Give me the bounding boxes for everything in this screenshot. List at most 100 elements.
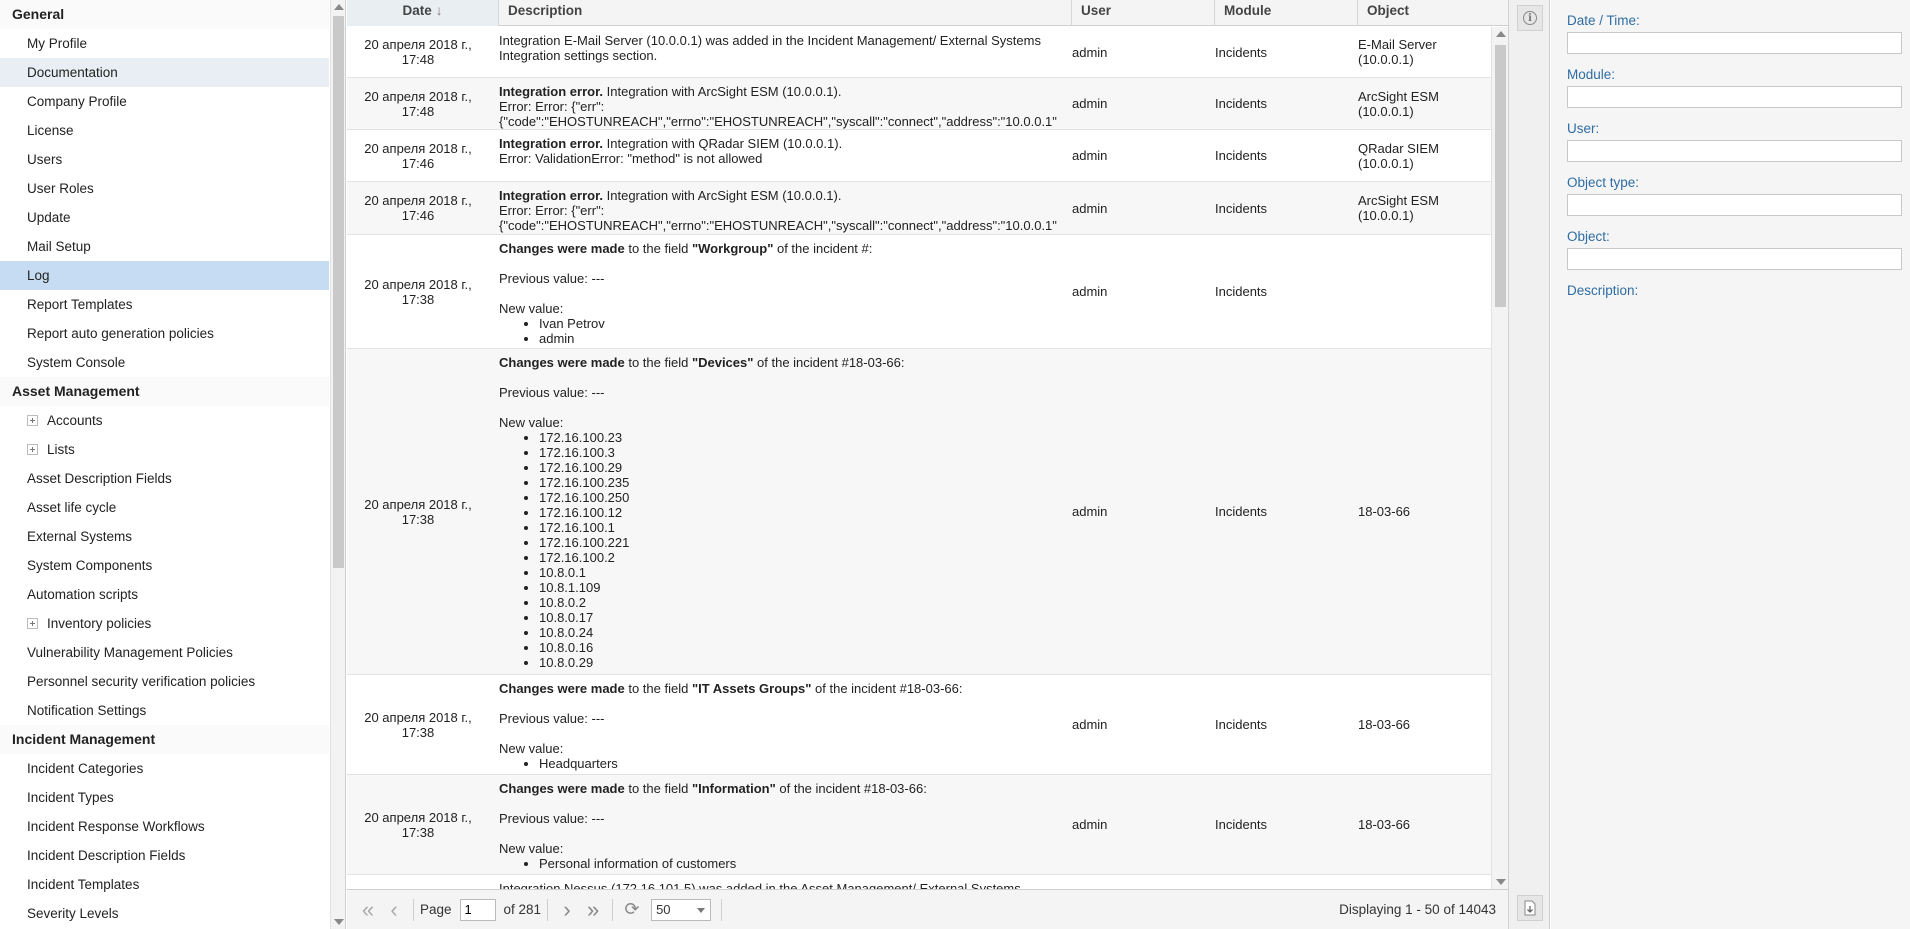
sidebar-item-incident-response-workflows[interactable]: Incident Response Workflows <box>0 812 329 841</box>
sidebar-item-label: Incident Types <box>27 790 114 805</box>
sidebar-item-company-profile[interactable]: Company Profile <box>0 87 329 116</box>
value-list: Ivan Petrovadmin <box>539 316 872 346</box>
sidebar-item-asset-life-cycle[interactable]: Asset life cycle <box>0 493 329 522</box>
list-item: admin <box>539 331 872 346</box>
description-text: Integration with ArcSight ESM (10.0.0.1)… <box>603 188 842 203</box>
scroll-down-arrow-icon[interactable] <box>1496 879 1506 885</box>
description-text: of the incident #: <box>773 241 873 256</box>
row-module: Incidents <box>1215 504 1268 519</box>
scroll-up-arrow-icon[interactable] <box>1496 31 1506 37</box>
sidebar-item-user-roles[interactable]: User Roles <box>0 174 329 203</box>
table-row[interactable]: 20 апреля 2018 г., 17:38 Changes were mad… <box>347 235 1491 349</box>
sidebar-item-incident-templates[interactable]: Incident Templates <box>0 870 329 899</box>
page-size-select[interactable]: 50 <box>651 898 712 921</box>
sidebar-item-mail-setup[interactable]: Mail Setup <box>0 232 329 261</box>
sidebar-item-report-auto-generation-policies[interactable]: Report auto generation policies <box>0 319 329 348</box>
export-button[interactable] <box>1517 895 1543 921</box>
object-field[interactable] <box>1567 248 1902 270</box>
scroll-up-arrow-icon[interactable] <box>334 4 344 10</box>
object-type-label: Object type: <box>1567 175 1640 190</box>
table-row[interactable]: 20 апреля 2018 г., Integration Nessus (17… <box>347 875 1491 889</box>
sidebar-group-general[interactable]: General <box>0 0 329 29</box>
info-button[interactable]: i <box>1517 5 1543 31</box>
chevron-down-icon <box>697 907 706 913</box>
row-user: admin <box>1072 284 1108 299</box>
sidebar-item-notification-settings[interactable]: Notification Settings <box>0 696 329 725</box>
date-time-field[interactable] <box>1567 32 1902 54</box>
row-date: 20 апреля 2018 г., 17:46 <box>364 140 472 171</box>
table-row[interactable]: 20 апреля 2018 г., 17:48 Integration E-Ma… <box>347 27 1491 78</box>
sidebar-item-incident-categories[interactable]: Incident Categories <box>0 754 329 783</box>
sort-descending-icon: ↓ <box>435 3 443 18</box>
table-row[interactable]: 20 апреля 2018 г., 17:38 Changes were mad… <box>347 675 1491 775</box>
table-row[interactable]: 20 апреля 2018 г., 17:46 Integration erro… <box>347 130 1491 182</box>
sidebar-item-documentation[interactable]: Documentation <box>0 58 329 87</box>
object-type-field[interactable] <box>1567 194 1902 216</box>
row-module: Incidents <box>1215 200 1268 216</box>
table-row[interactable]: 20 апреля 2018 г., 17:38 Changes were mad… <box>347 349 1491 675</box>
list-item: 172.16.100.23 <box>539 430 904 445</box>
sidebar-item-report-templates[interactable]: Report Templates <box>0 290 329 319</box>
sidebar-item-vulnerability-management-policies[interactable]: Vulnerability Management Policies <box>0 638 329 667</box>
paging-toolbar: « ‹ Page of 281 › » ⟳ 50 Displaying 1 - … <box>347 889 1508 929</box>
sidebar-item-asset-description-fields[interactable]: Asset Description Fields <box>0 464 329 493</box>
table-row[interactable]: 20 апреля 2018 г., 17:46 Integration erro… <box>347 182 1491 235</box>
sidebar-item-automation-scripts[interactable]: Automation scripts <box>0 580 329 609</box>
scroll-down-arrow-icon[interactable] <box>334 919 344 925</box>
list-item: 10.8.0.24 <box>539 625 904 640</box>
sidebar-item-my-profile[interactable]: My Profile <box>0 29 329 58</box>
sidebar-item-users[interactable]: Users <box>0 145 329 174</box>
row-description: Changes were made to the field "Workgrou… <box>499 235 1069 348</box>
column-header-module[interactable]: Module <box>1215 0 1358 26</box>
table-row[interactable]: 20 апреля 2018 г., 17:48 Integration erro… <box>347 78 1491 130</box>
sidebar-item-incident-description-fields[interactable]: Incident Description Fields <box>0 841 329 870</box>
sidebar-item-system-components[interactable]: System Components <box>0 551 329 580</box>
refresh-button[interactable]: ⟳ <box>619 897 645 923</box>
sidebar-item-label: System Console <box>27 355 126 370</box>
list-item: Ivan Petrov <box>539 316 872 331</box>
sidebar-item-log[interactable]: Log <box>0 261 329 290</box>
sidebar-item-incident-types[interactable]: Incident Types <box>0 783 329 812</box>
sidebar-item-license[interactable]: License <box>0 116 329 145</box>
sidebar-item-label: Asset Management <box>12 383 140 399</box>
module-field[interactable] <box>1567 86 1902 108</box>
sidebar-item-severity-levels[interactable]: Severity Levels <box>0 899 329 928</box>
sidebar-scrollbar[interactable] <box>330 0 345 929</box>
row-object <box>1358 235 1490 348</box>
first-page-button[interactable]: « <box>355 897 381 923</box>
grid-scroll-thumb[interactable] <box>1495 45 1506 307</box>
sidebar-list: General My Profile Documentation Company Pr… <box>0 0 329 928</box>
expand-plus-icon[interactable] <box>27 617 38 629</box>
sidebar-item-inventory-policies[interactable]: Inventory policies <box>0 609 329 638</box>
expand-plus-icon[interactable] <box>27 414 38 426</box>
expand-plus-icon[interactable] <box>27 443 38 455</box>
column-header-user[interactable]: User <box>1072 0 1215 26</box>
sidebar-item-external-systems[interactable]: External Systems <box>0 522 329 551</box>
table-row[interactable]: 20 апреля 2018 г., 17:38 Changes were mad… <box>347 775 1491 875</box>
sidebar-item-update[interactable]: Update <box>0 203 329 232</box>
sidebar-item-lists[interactable]: Lists <box>0 435 329 464</box>
page-number-input[interactable] <box>459 898 496 921</box>
description-bold: Changes were made <box>499 241 625 256</box>
sidebar-group-asset-management[interactable]: Asset Management <box>0 377 329 406</box>
grid-scrollbar[interactable] <box>1491 27 1508 889</box>
column-header-object[interactable]: Object <box>1358 0 1508 26</box>
previous-page-button[interactable]: ‹ <box>381 897 407 923</box>
sidebar-item-label: Mail Setup <box>27 239 91 254</box>
sidebar-scroll-thumb[interactable] <box>333 16 344 568</box>
sidebar-group-incident-management[interactable]: Incident Management <box>0 725 329 754</box>
sidebar-item-label: Vulnerability Management Policies <box>27 645 233 660</box>
info-icon: i <box>1523 11 1537 25</box>
next-page-button[interactable]: › <box>554 897 580 923</box>
last-page-button[interactable]: » <box>580 897 606 923</box>
sidebar-item-accounts[interactable]: Accounts <box>0 406 329 435</box>
sidebar-item-personnel-security-verification-policies[interactable]: Personnel security verification policies <box>0 667 329 696</box>
list-item: 172.16.100.235 <box>539 475 904 490</box>
double-chevron-right-icon: » <box>586 896 600 922</box>
column-header-date[interactable]: Date ↓ <box>347 0 499 26</box>
column-header-description[interactable]: Description <box>499 0 1072 26</box>
detail-toggle-strip: i <box>1508 0 1550 929</box>
user-field[interactable] <box>1567 140 1902 162</box>
sidebar-item-system-console[interactable]: System Console <box>0 348 329 377</box>
page-count-label: of 281 <box>503 902 542 917</box>
